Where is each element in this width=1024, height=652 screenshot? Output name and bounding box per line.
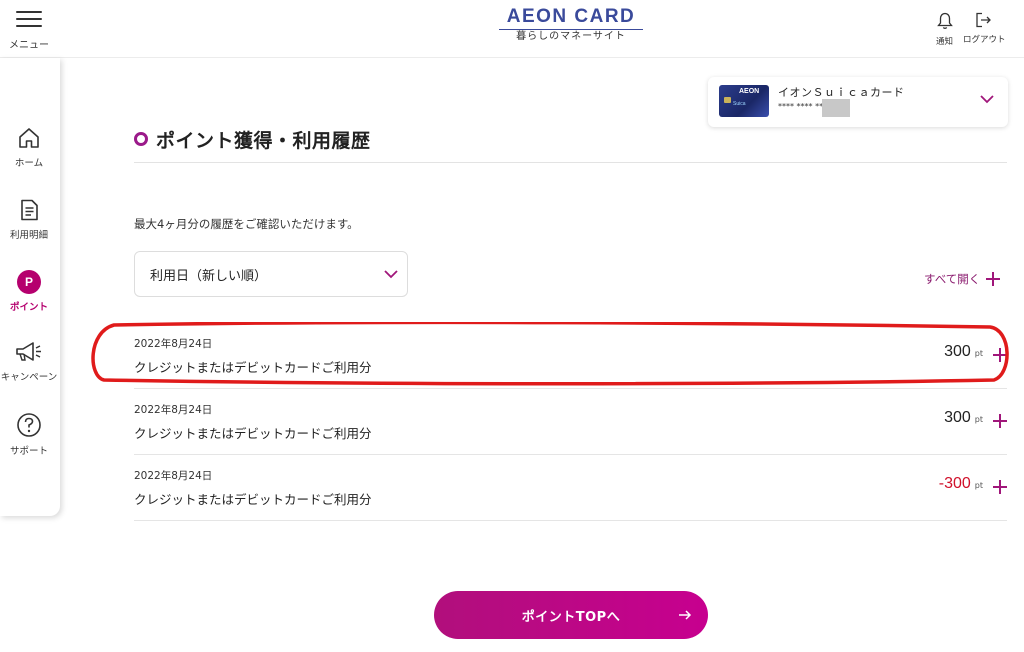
hamburger-icon xyxy=(16,10,42,28)
card-selector[interactable]: AEON Suica イオンＳｕｉｃａカード **** **** **** xyxy=(708,77,1008,127)
sidebar-item-label: ポイント xyxy=(9,302,48,313)
history-row[interactable]: 2022年8月24日 クレジットまたはデビットカードご利用分 -300 pt xyxy=(134,455,1007,521)
history-description-text: クレジットまたはデビットカードご利用分 xyxy=(134,492,372,507)
expand-all-label: すべて開く xyxy=(924,272,981,286)
history-description: 最大4ヶ月分の履歴をご確認いただけます。 xyxy=(134,217,359,231)
point-icon: P xyxy=(17,270,41,294)
logo-underline xyxy=(499,29,643,30)
amount-value: 300 xyxy=(944,343,971,360)
sidebar-item-home[interactable]: ホーム xyxy=(0,126,58,186)
amount-value: 300 xyxy=(944,409,971,426)
chevron-down-icon xyxy=(384,270,398,279)
expand-plus-icon[interactable] xyxy=(993,348,1007,362)
history-date: 2022年8月24日 xyxy=(134,338,213,350)
plus-icon xyxy=(986,272,1001,286)
card-thumb-brand: AEON xyxy=(739,88,760,95)
card-thumbnail: AEON Suica xyxy=(719,85,769,117)
amount-unit: pt xyxy=(974,415,983,424)
expand-plus-icon[interactable] xyxy=(993,414,1007,428)
menu-label: メニュー xyxy=(9,40,49,51)
page-title-text: ポイント獲得・利用履歴 xyxy=(156,129,371,152)
card-number-mask xyxy=(822,99,850,117)
sidebar-item-statement[interactable]: 利用明細 xyxy=(0,198,58,258)
history-amount: 300 pt xyxy=(944,409,983,427)
history-row[interactable]: 2022年8月24日 クレジットまたはデビットカードご利用分 300 pt xyxy=(134,389,1007,455)
history-date: 2022年8月24日 xyxy=(134,404,213,416)
notify-label: 通知 xyxy=(936,37,954,47)
amount-unit: pt xyxy=(974,481,983,490)
sidebar-item-label: キャンペーン xyxy=(0,372,58,383)
bell-icon xyxy=(936,12,953,29)
history-description-text: クレジットまたはデビットカードご利用分 xyxy=(134,426,372,441)
menu-button[interactable]: メニュー xyxy=(0,0,58,58)
history-date: 2022年8月24日 xyxy=(134,470,213,482)
aeon-card-logo[interactable]: AEON CARD 暮らしのマネーサイト xyxy=(497,6,645,46)
amount-unit: pt xyxy=(974,349,983,358)
arrow-right-icon xyxy=(679,610,692,620)
chevron-down-icon xyxy=(980,95,994,104)
logo-tagline: 暮らしのマネーサイト xyxy=(516,31,626,42)
sidebar-item-label: 利用明細 xyxy=(9,230,48,241)
sidebar: ホーム 利用明細 P ポイント キャンペーン サポート xyxy=(0,58,60,516)
point-top-button[interactable]: ポイントTOPへ xyxy=(434,591,708,639)
home-icon xyxy=(19,128,39,148)
point-top-button-label: ポイントTOPへ xyxy=(521,609,621,625)
document-icon xyxy=(21,199,38,221)
header: メニュー AEON CARD 暮らしのマネーサイト 通知 ログアウト xyxy=(0,0,1024,58)
card-thumb-sub: Suica xyxy=(733,101,746,107)
sidebar-item-point[interactable]: P ポイント xyxy=(0,270,58,330)
logout-button[interactable]: ログアウト xyxy=(963,12,1006,45)
help-icon xyxy=(17,413,41,437)
title-ring-icon xyxy=(134,132,148,146)
logo-text: AEON CARD xyxy=(506,6,636,27)
history-amount: -300 pt xyxy=(939,475,983,493)
history-amount: 300 pt xyxy=(944,343,983,361)
card-name: イオンＳｕｉｃａカード xyxy=(778,86,905,99)
sidebar-item-support[interactable]: サポート xyxy=(0,412,58,472)
title-divider xyxy=(134,162,1007,163)
history-description-text: クレジットまたはデビットカードご利用分 xyxy=(134,360,372,375)
megaphone-icon xyxy=(16,342,41,361)
logout-label: ログアウト xyxy=(963,35,1006,45)
history-row[interactable]: 2022年8月24日 クレジットまたはデビットカードご利用分 300 pt xyxy=(134,323,1007,389)
expand-plus-icon[interactable] xyxy=(993,480,1007,494)
sidebar-item-label: ホーム xyxy=(14,158,44,169)
card-chip xyxy=(724,97,731,103)
page-title: ポイント獲得・利用履歴 xyxy=(134,124,371,154)
sidebar-item-campaign[interactable]: キャンペーン xyxy=(0,340,58,400)
notification-button[interactable]: 通知 xyxy=(936,12,953,47)
logout-icon xyxy=(976,12,992,28)
expand-all-button[interactable]: すべて開く xyxy=(924,271,1001,287)
sort-order-value: 利用日（新しい順） xyxy=(150,269,268,284)
sidebar-item-label: サポート xyxy=(9,446,48,457)
amount-value: -300 xyxy=(938,475,971,492)
sort-order-select[interactable]: 利用日（新しい順） xyxy=(134,251,408,297)
